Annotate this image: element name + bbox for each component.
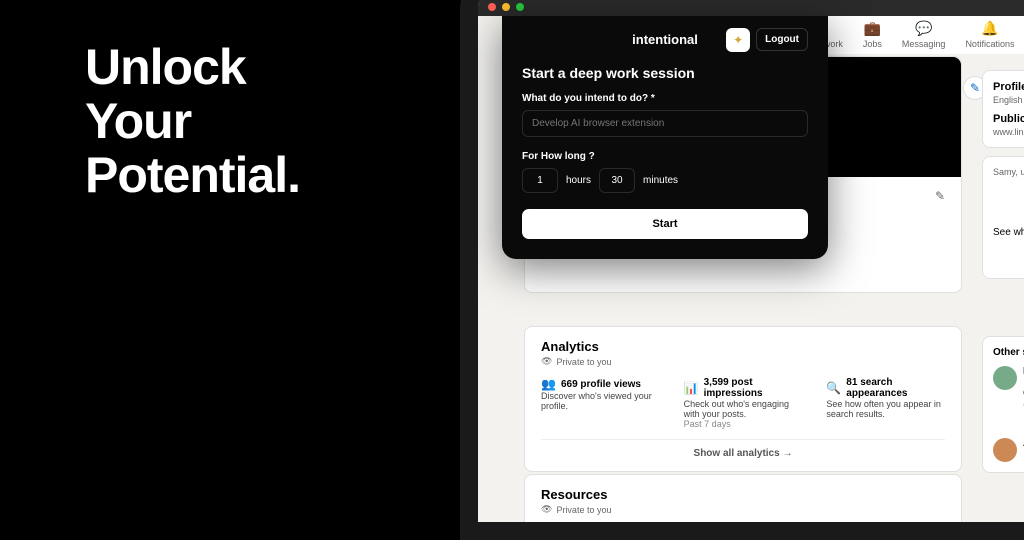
similar-profiles-card: Other sim Bo · 1 Co @B Ag [982,336,1024,473]
hero-line: Potential. [85,148,300,202]
avatar-icon [993,366,1017,390]
extension-overlay: intentional ✦ Logout Start a deep work s… [502,16,828,259]
hero-headline: Unlock Your Potential. [85,40,300,202]
stat-profile-views[interactable]: 👥669 profile views Discover who's viewed… [541,377,660,429]
sidebar-right: Profile la English Public pro www.linked… [982,70,1024,287]
laptop-mockup: 👥My Network 💼Jobs 💬Messaging 🔔Notificati… [460,0,1024,540]
logout-button[interactable]: Logout [756,28,808,51]
resources-card: Resources 👁Private to you [524,474,962,522]
minimize-icon[interactable] [502,3,510,11]
similar-title: Other sim [993,347,1024,358]
lightning-icon: ✦ [733,33,743,47]
hours-input[interactable] [522,168,558,193]
analytics-title: Analytics [541,339,945,354]
card-title: Public pro [993,113,1024,125]
avatar-icon [993,438,1017,462]
close-icon[interactable] [488,3,496,11]
intent-label: What do you intend to do? * [522,93,808,104]
chart-icon: 📊 [684,381,699,395]
intent-input[interactable] [522,110,808,137]
seewho-text: See who's vi [993,227,1024,238]
unlock-card: Samy, unlock See who's vi [982,156,1024,279]
extension-brand: intentional [632,32,698,47]
search-icon: 🔍 [826,381,841,395]
bell-icon: 🔔 [981,20,998,37]
lightning-button[interactable]: ✦ [726,28,750,52]
start-button[interactable]: Start [522,209,808,239]
minutes-unit: minutes [643,175,678,186]
stat-post-impressions[interactable]: 📊3,599 post impressions Check out who's … [684,377,803,429]
unlock-text: Samy, unlock [993,167,1024,177]
overlay-section-title: Start a deep work session [522,65,808,81]
eye-icon: 👁 [541,504,552,515]
card-value: www.linkedin [993,127,1024,137]
private-label: Private to you [556,357,611,367]
resources-title: Resources [541,487,945,502]
hero-line: Your [85,94,300,148]
show-all-analytics-link[interactable]: Show all analytics → [541,439,945,459]
duration-label: For How long ? [522,151,808,162]
hours-unit: hours [566,175,591,186]
edit-profile-button[interactable]: ✎ [935,189,945,203]
laptop-screen: 👥My Network 💼Jobs 💬Messaging 🔔Notificati… [478,0,1024,522]
pencil-icon: ✎ [970,81,980,95]
eye-icon: 👁 [541,356,552,367]
chat-icon: 💬 [915,20,932,37]
nav-messaging[interactable]: 💬Messaging [902,20,946,50]
people-icon: 👥 [541,377,556,391]
stat-search-appearances[interactable]: 🔍81 search appearances See how often you… [826,377,945,429]
hero-line: Unlock [85,40,300,94]
analytics-card: Analytics 👁 Private to you 👥669 profile v… [524,326,962,472]
minutes-input[interactable] [599,168,635,193]
card-title: Profile la [993,81,1024,93]
nav-notifications[interactable]: 🔔Notifications [965,20,1014,50]
browser-chrome [478,0,1024,16]
profile-language-card: Profile la English Public pro www.linked… [982,70,1024,148]
page-content: 👥My Network 💼Jobs 💬Messaging 🔔Notificati… [478,16,1024,522]
card-value: English [993,95,1024,105]
maximize-icon[interactable] [516,3,524,11]
nav-jobs[interactable]: 💼Jobs [863,20,882,50]
briefcase-icon: 💼 [864,20,881,37]
